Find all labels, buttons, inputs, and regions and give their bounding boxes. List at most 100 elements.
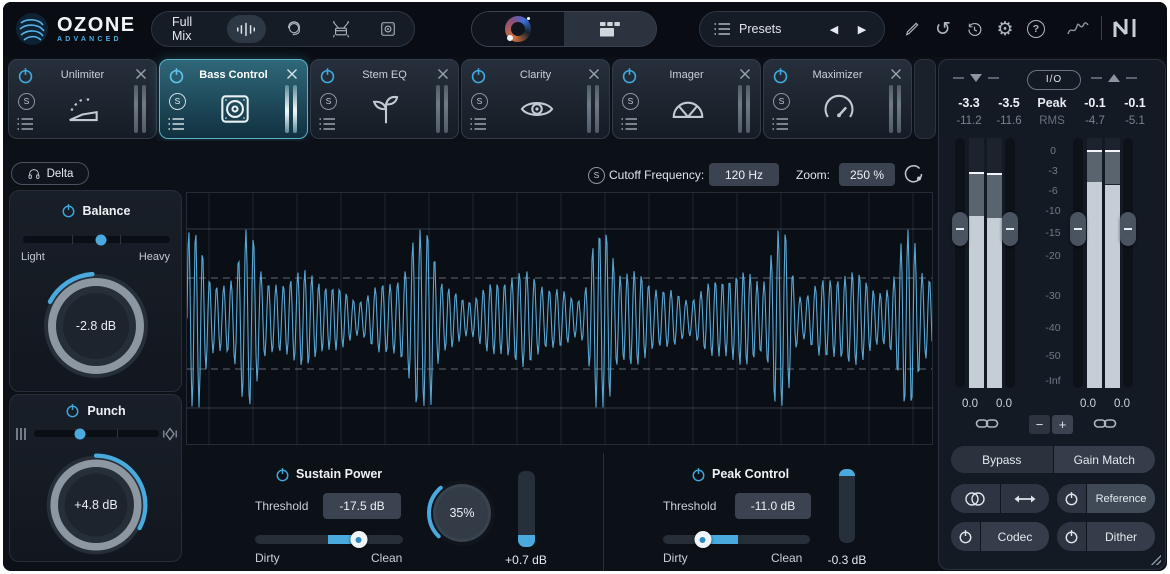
slider-track	[34, 430, 159, 437]
module-card-imager[interactable]: Imager S	[612, 59, 761, 139]
module-card-clarity[interactable]: Clarity S	[461, 59, 610, 139]
module-card-stem-eq[interactable]: Stem EQ S	[310, 59, 459, 139]
undo-button[interactable]: ↺	[930, 17, 956, 41]
solo-button[interactable]: S	[18, 93, 35, 110]
mix-mode-fullmix-button[interactable]	[226, 15, 266, 43]
close-icon[interactable]	[890, 68, 902, 80]
output-gain-indicator[interactable]	[1091, 74, 1137, 82]
output-fader-track-left[interactable]	[1073, 138, 1083, 388]
preset-list-icon	[714, 22, 731, 36]
output-fader-right[interactable]	[1120, 211, 1136, 246]
close-icon[interactable]	[437, 68, 449, 80]
triangle-down-icon	[970, 74, 982, 82]
history-button[interactable]	[961, 17, 987, 41]
input-fader-track-left[interactable]	[955, 138, 965, 388]
close-icon[interactable]	[135, 68, 147, 80]
presets-bar[interactable]: Presets ◀ ▶	[699, 11, 885, 47]
mix-mode-vocal-button[interactable]	[274, 15, 313, 43]
slider-handle[interactable]	[74, 428, 86, 439]
punch-slider[interactable]	[34, 428, 159, 439]
slider-handle[interactable]	[95, 234, 107, 245]
menu-list-icon[interactable]	[621, 117, 638, 131]
izotope-signature-icon	[1065, 17, 1091, 39]
menu-list-icon[interactable]	[470, 117, 487, 131]
close-icon[interactable]	[286, 68, 298, 80]
solo-button[interactable]: S	[471, 93, 488, 110]
solo-button[interactable]: S	[773, 93, 790, 110]
peak-gain-value: -0.3 dB	[827, 553, 867, 567]
balance-slider[interactable]	[23, 234, 170, 245]
sustain-amount-knob[interactable]: 35%	[424, 475, 500, 551]
module-card-unlimiter[interactable]: Unlimiter S	[8, 59, 157, 139]
knob-view-button[interactable]	[472, 12, 564, 46]
codec-button[interactable]: Codec	[981, 522, 1049, 551]
output-fader-left[interactable]	[1070, 211, 1086, 246]
mix-mode-instrument-button[interactable]	[369, 15, 408, 43]
slider-handle[interactable]	[694, 531, 712, 548]
input-link-icon[interactable]	[975, 417, 999, 430]
drums-icon	[331, 19, 351, 39]
solo-button[interactable]: S	[169, 93, 186, 110]
peak-mix-slider[interactable]	[663, 531, 810, 548]
output-link-icon[interactable]	[1093, 417, 1117, 430]
balance-knob[interactable]: -2.8 dB	[37, 267, 155, 385]
input-gain-indicator[interactable]	[953, 74, 999, 82]
power-icon[interactable]	[691, 467, 706, 482]
waveform-svg	[187, 193, 932, 444]
gain-plus-button[interactable]: +	[1052, 415, 1073, 434]
output-fader-track-right[interactable]	[1123, 138, 1133, 388]
solo-button[interactable]: S	[622, 93, 639, 110]
sustain-mix-slider[interactable]	[255, 531, 403, 548]
edit-button[interactable]	[899, 17, 925, 41]
power-icon[interactable]	[275, 467, 290, 482]
module-card-partial[interactable]	[914, 59, 936, 139]
menu-list-icon[interactable]	[168, 117, 185, 131]
solo-button[interactable]: S	[320, 93, 337, 110]
reference-row: Reference	[1057, 484, 1155, 513]
width-arrows-icon	[1013, 493, 1037, 505]
punch-knob[interactable]: +4.8 dB	[40, 449, 152, 561]
resize-grip[interactable]	[1151, 555, 1161, 565]
preset-next-button[interactable]: ▶	[852, 23, 872, 36]
menu-list-icon[interactable]	[319, 117, 336, 131]
sustain-threshold-value[interactable]: -17.5 dB	[323, 493, 401, 519]
reference-power-button[interactable]	[1057, 484, 1086, 513]
dither-power-button[interactable]	[1057, 522, 1086, 551]
input-fader-right[interactable]	[1002, 211, 1018, 246]
menu-list-icon[interactable]	[772, 117, 789, 131]
close-icon[interactable]	[739, 68, 751, 80]
input-fader-left[interactable]	[952, 211, 968, 246]
zoom-value[interactable]: 250 %	[839, 163, 895, 186]
help-button[interactable]: ?	[1023, 17, 1049, 41]
bypass-button[interactable]: Bypass	[951, 446, 1053, 473]
preset-prev-button[interactable]: ◀	[824, 23, 844, 36]
cutoff-solo-button[interactable]: S	[588, 167, 605, 184]
mix-mode-drums-button[interactable]	[321, 15, 360, 43]
settings-button[interactable]: ⚙	[992, 17, 1018, 41]
dither-button[interactable]: Dither	[1087, 522, 1155, 551]
dither-row: Dither	[1057, 522, 1155, 551]
io-toggle-button[interactable]: I/O	[1027, 70, 1081, 90]
reference-button[interactable]: Reference	[1087, 484, 1155, 513]
power-icon[interactable]	[65, 403, 80, 418]
close-icon[interactable]	[588, 68, 600, 80]
slider-handle[interactable]	[350, 531, 368, 548]
stereo-mode-button[interactable]	[951, 484, 1000, 513]
gain-match-button[interactable]: Gain Match	[1053, 446, 1155, 473]
zoom-reset-icon[interactable]	[903, 163, 925, 185]
module-card-maximizer[interactable]: Maximizer S	[763, 59, 912, 139]
module-card-bass-control[interactable]: Bass Control S	[159, 59, 308, 139]
cutoff-frequency-value[interactable]: 120 Hz	[709, 163, 779, 186]
waveform-display[interactable]	[186, 192, 933, 445]
peak-threshold-value[interactable]: -11.0 dB	[735, 493, 811, 519]
codec-power-button[interactable]	[951, 522, 980, 551]
width-button[interactable]	[1000, 484, 1049, 513]
delta-button[interactable]: Delta	[11, 162, 89, 185]
power-icon[interactable]	[61, 203, 76, 218]
menu-list-icon[interactable]	[17, 117, 34, 131]
input-fader-track-right[interactable]	[1005, 138, 1015, 388]
gain-minus-button[interactable]: −	[1029, 415, 1050, 434]
module-grid-view-button[interactable]	[564, 12, 656, 46]
stereo-width-row	[951, 484, 1049, 513]
stereo-circles-icon	[963, 491, 987, 507]
